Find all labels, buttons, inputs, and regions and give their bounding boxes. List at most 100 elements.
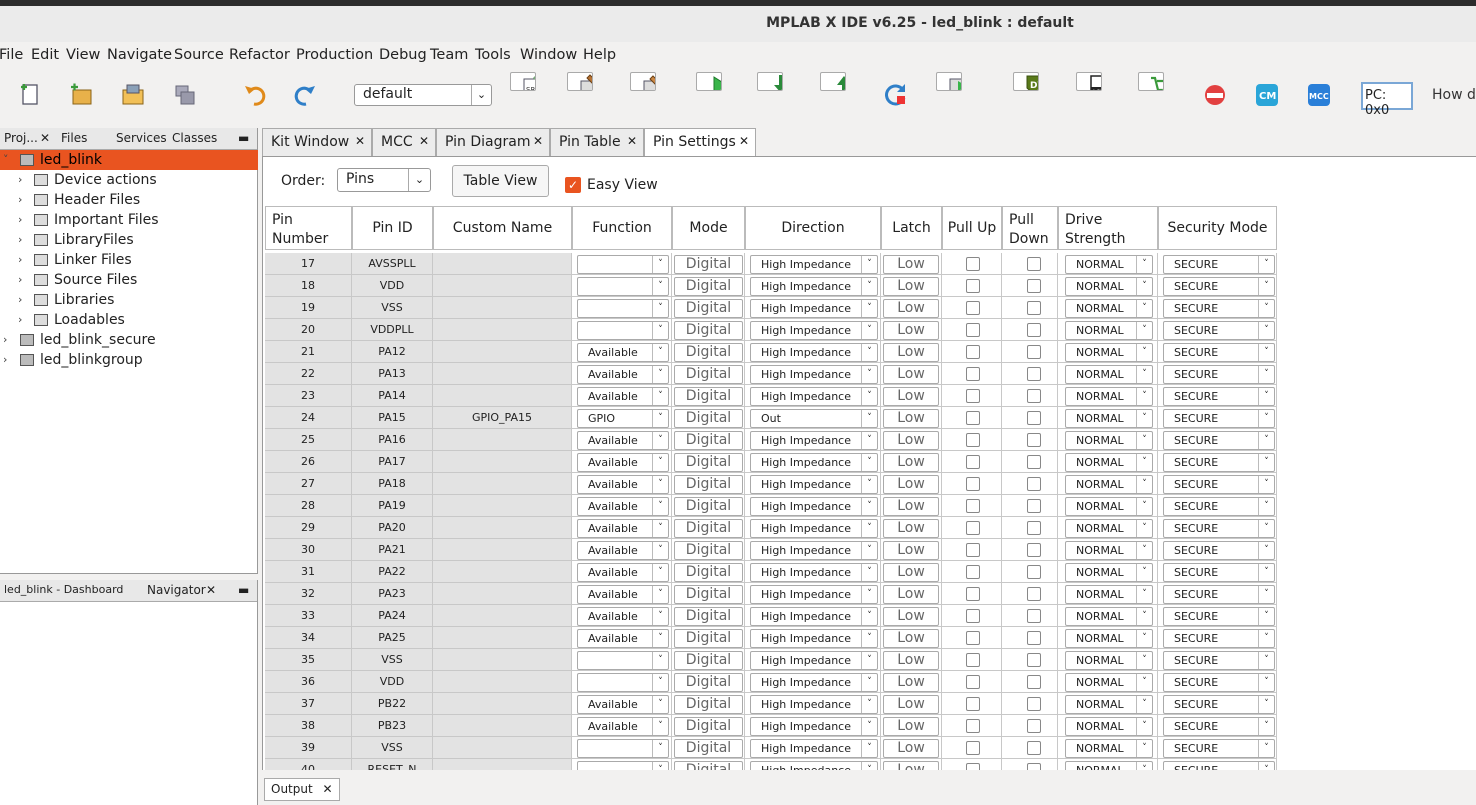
search-hint[interactable]: How do [1432, 87, 1476, 103]
chevron-right-icon[interactable]: › [18, 210, 22, 230]
security-mode-select[interactable]: SECURE ˅ [1163, 431, 1275, 450]
pull-up-checkbox[interactable] [966, 433, 980, 447]
direction-select[interactable]: High Impedance ˅ [750, 717, 878, 736]
latch-field[interactable]: Low [883, 519, 939, 538]
menu-edit[interactable]: Edit [31, 47, 59, 63]
mode-field[interactable]: Digital [674, 409, 743, 428]
security-mode-select[interactable]: SECURE ˅ [1163, 695, 1275, 714]
drive-strength-select[interactable]: NORMAL ˅ [1065, 409, 1153, 428]
latch-field[interactable]: Low [883, 321, 939, 340]
column-header[interactable]: Drive Strength [1058, 206, 1158, 250]
close-icon[interactable]: ✕ [419, 134, 429, 148]
security-mode-select[interactable]: SECURE ˅ [1163, 255, 1275, 274]
security-mode-select[interactable]: SECURE ˅ [1163, 519, 1275, 538]
custom-name-cell[interactable] [433, 649, 572, 671]
close-icon[interactable]: ✕ [627, 134, 637, 148]
pull-down-checkbox[interactable] [1027, 521, 1041, 535]
drive-strength-select[interactable]: NORMAL ˅ [1065, 629, 1153, 648]
security-mode-select[interactable]: SECURE ˅ [1163, 365, 1275, 384]
redo-icon[interactable] [292, 82, 318, 108]
custom-name-cell[interactable] [433, 583, 572, 605]
drive-strength-select[interactable]: NORMAL ˅ [1065, 673, 1153, 692]
pull-up-checkbox[interactable] [966, 631, 980, 645]
mode-field[interactable]: Digital [674, 629, 743, 648]
build-project-icon[interactable] [567, 72, 593, 91]
close-icon[interactable]: ✕ [355, 134, 365, 148]
drive-strength-select[interactable]: NORMAL ˅ [1065, 255, 1153, 274]
custom-name-cell[interactable] [433, 627, 572, 649]
custom-name-cell[interactable] [433, 275, 572, 297]
chevron-right-icon[interactable]: › [18, 230, 22, 250]
close-icon[interactable]: ✕ [323, 782, 333, 796]
easy-view-checkbox[interactable]: ✓ [565, 177, 581, 193]
direction-select[interactable]: High Impedance ˅ [750, 739, 878, 758]
direction-select[interactable]: High Impedance ˅ [750, 519, 878, 538]
pull-down-checkbox[interactable] [1027, 609, 1041, 623]
tab-files[interactable]: Files [61, 131, 87, 145]
security-mode-select[interactable]: SECURE ˅ [1163, 607, 1275, 626]
new-project-icon[interactable] [68, 82, 94, 108]
new-file-icon[interactable] [18, 82, 44, 108]
direction-select[interactable]: Out ˅ [750, 409, 878, 428]
pull-up-checkbox[interactable] [966, 741, 980, 755]
custom-name-cell[interactable] [433, 759, 572, 770]
drive-strength-select[interactable]: NORMAL ˅ [1065, 717, 1153, 736]
mode-field[interactable]: Digital [674, 717, 743, 736]
security-mode-select[interactable]: SECURE ˅ [1163, 585, 1275, 604]
direction-select[interactable]: High Impedance ˅ [750, 299, 878, 318]
function-select[interactable]: Available ˅ [577, 431, 669, 450]
pull-up-checkbox[interactable] [966, 675, 980, 689]
undo-icon[interactable] [242, 82, 268, 108]
security-mode-select[interactable]: SECURE ˅ [1163, 299, 1275, 318]
tab-kit-window[interactable]: Kit Window ✕ [262, 128, 372, 156]
drive-strength-select[interactable]: NORMAL ˅ [1065, 277, 1153, 296]
tree-node[interactable]: › led_blink_secure [3, 330, 156, 350]
tab-projects[interactable]: Proj... [4, 131, 38, 145]
direction-select[interactable]: High Impedance ˅ [750, 607, 878, 626]
function-select[interactable]: Available ˅ [577, 365, 669, 384]
pull-down-checkbox[interactable] [1027, 301, 1041, 315]
tree-node[interactable]: › Header Files [18, 190, 140, 210]
custom-name-cell[interactable] [433, 341, 572, 363]
pull-up-checkbox[interactable] [966, 279, 980, 293]
menu-debug[interactable]: Debug [379, 47, 427, 63]
custom-name-cell[interactable] [433, 693, 572, 715]
tab-output[interactable]: Output ✕ [264, 778, 340, 801]
drive-strength-select[interactable]: NORMAL ˅ [1065, 299, 1153, 318]
mode-field[interactable]: Digital [674, 673, 743, 692]
drive-strength-select[interactable]: NORMAL ˅ [1065, 563, 1153, 582]
drive-strength-select[interactable]: NORMAL ˅ [1065, 761, 1153, 770]
pull-up-checkbox[interactable] [966, 697, 980, 711]
latch-field[interactable]: Low [883, 277, 939, 296]
menu-team[interactable]: Team [430, 47, 468, 63]
drive-strength-select[interactable]: NORMAL ˅ [1065, 453, 1153, 472]
close-icon[interactable]: ✕ [533, 134, 543, 148]
latch-field[interactable]: Low [883, 299, 939, 318]
chevron-right-icon[interactable]: › [18, 290, 22, 310]
custom-name-cell[interactable] [433, 297, 572, 319]
pull-up-checkbox[interactable] [966, 609, 980, 623]
tab-classes[interactable]: Classes [172, 131, 217, 145]
mode-field[interactable]: Digital [674, 519, 743, 538]
pull-up-checkbox[interactable] [966, 323, 980, 337]
program-device-icon[interactable] [757, 72, 783, 91]
pull-up-checkbox[interactable] [966, 653, 980, 667]
tree-node[interactable]: ˅ led_blink [3, 150, 102, 170]
function-select[interactable]: ˅ [577, 761, 669, 770]
pull-down-checkbox[interactable] [1027, 411, 1041, 425]
function-select[interactable]: Available ˅ [577, 695, 669, 714]
menu-file[interactable]: File [0, 47, 23, 63]
security-mode-select[interactable]: SECURE ˅ [1163, 475, 1275, 494]
function-select[interactable]: Available ˅ [577, 497, 669, 516]
mode-field[interactable]: Digital [674, 365, 743, 384]
direction-select[interactable]: High Impedance ˅ [750, 585, 878, 604]
pull-down-checkbox[interactable] [1027, 477, 1041, 491]
chevron-right-icon[interactable]: › [3, 330, 7, 350]
latch-field[interactable]: Low [883, 629, 939, 648]
pull-up-checkbox[interactable] [966, 477, 980, 491]
direction-select[interactable]: High Impedance ˅ [750, 453, 878, 472]
latch-field[interactable]: Low [883, 739, 939, 758]
pull-up-checkbox[interactable] [966, 565, 980, 579]
direction-select[interactable]: High Impedance ˅ [750, 475, 878, 494]
latch-field[interactable]: Low [883, 409, 939, 428]
